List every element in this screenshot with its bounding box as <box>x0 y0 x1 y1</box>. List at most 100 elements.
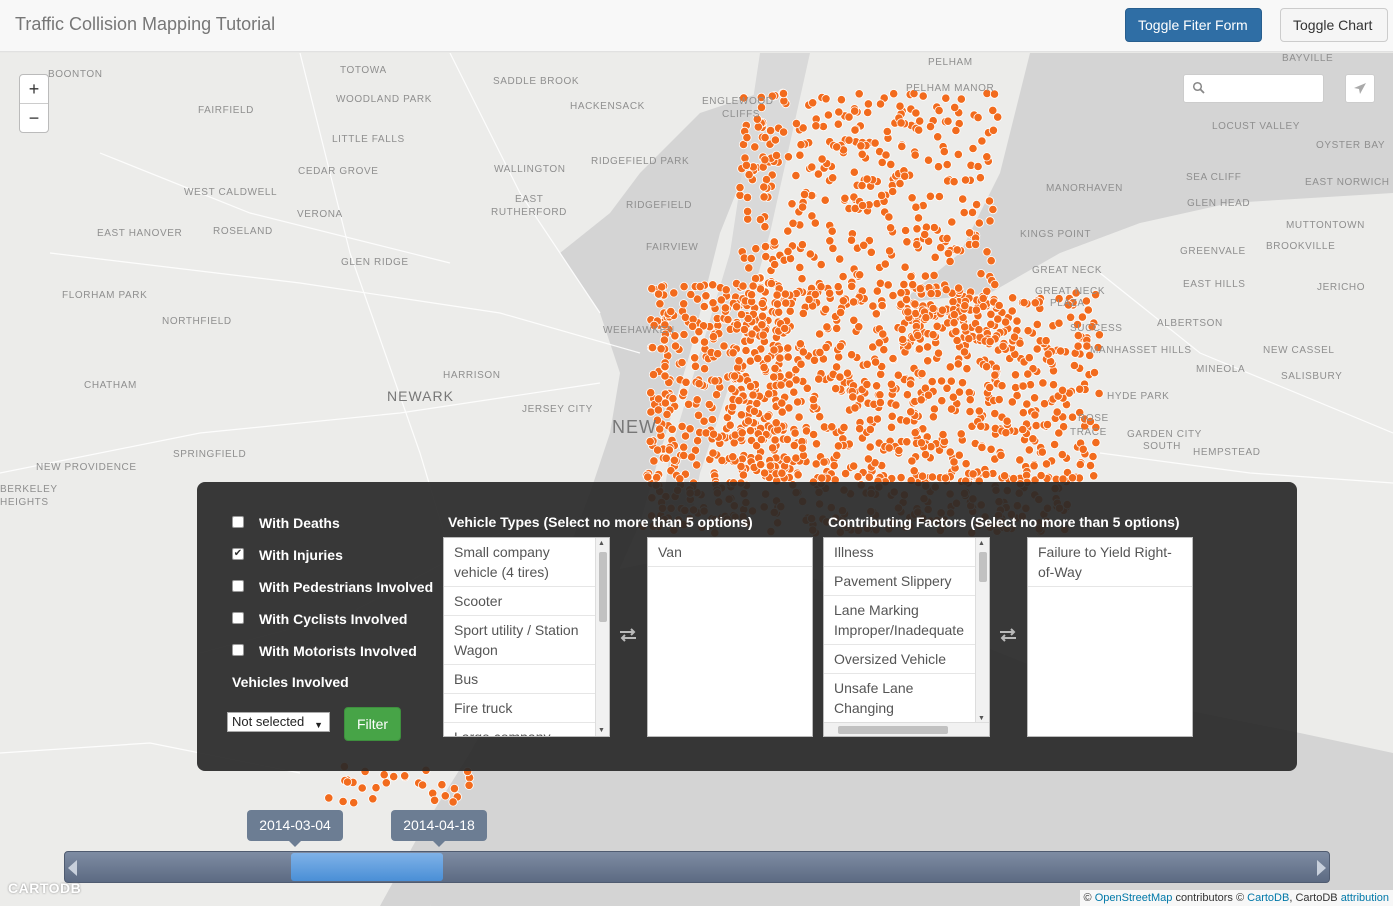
collision-marker[interactable] <box>772 299 783 309</box>
collision-marker[interactable] <box>896 118 906 128</box>
collision-marker[interactable] <box>857 200 868 211</box>
collision-marker[interactable] <box>863 99 874 109</box>
collision-marker[interactable] <box>1030 393 1040 403</box>
collision-marker[interactable] <box>905 379 916 389</box>
collision-marker[interactable] <box>927 376 937 387</box>
collision-marker[interactable] <box>875 390 885 400</box>
collision-marker[interactable] <box>929 222 939 233</box>
contributing-factors-available-list[interactable]: Illness Pavement Slippery Lane Marking I… <box>823 537 990 737</box>
collision-marker[interactable] <box>794 412 804 422</box>
collision-marker[interactable] <box>653 405 664 415</box>
collision-marker[interactable] <box>909 466 919 476</box>
collision-marker[interactable] <box>981 362 992 372</box>
collision-marker[interactable] <box>746 253 756 263</box>
collision-marker[interactable] <box>974 406 984 416</box>
collision-marker[interactable] <box>759 468 770 478</box>
collision-marker[interactable] <box>956 94 966 104</box>
collision-marker[interactable] <box>701 291 711 301</box>
collision-marker[interactable] <box>895 101 905 111</box>
collision-marker[interactable] <box>1007 306 1017 316</box>
collision-marker[interactable] <box>734 356 744 366</box>
collision-marker[interactable] <box>679 442 689 452</box>
collision-marker[interactable] <box>763 411 773 421</box>
collision-marker[interactable] <box>798 308 808 318</box>
collision-marker[interactable] <box>899 279 909 289</box>
collision-marker[interactable] <box>765 126 776 136</box>
collision-marker[interactable] <box>911 108 921 118</box>
collision-marker[interactable] <box>1066 312 1076 322</box>
collision-marker[interactable] <box>928 412 939 422</box>
collision-marker[interactable] <box>920 271 931 281</box>
collision-marker[interactable] <box>988 125 999 135</box>
collision-marker[interactable] <box>1067 473 1078 483</box>
collision-marker[interactable] <box>795 150 805 160</box>
collision-marker[interactable] <box>865 424 875 434</box>
collision-marker[interactable] <box>938 429 948 440</box>
list-item[interactable]: Failure to Yield Right-of-Way <box>1028 538 1192 587</box>
collision-marker[interactable] <box>932 321 942 331</box>
scrollbar[interactable]: ▲ ▼ <box>595 538 609 736</box>
collision-marker[interactable] <box>913 213 924 223</box>
collision-marker[interactable] <box>797 443 808 453</box>
collision-marker[interactable] <box>876 369 886 379</box>
collision-marker[interactable] <box>870 357 881 367</box>
collision-marker[interactable] <box>1042 419 1053 430</box>
collision-marker[interactable] <box>922 342 933 352</box>
collision-marker[interactable] <box>953 283 964 293</box>
collision-marker[interactable] <box>729 371 740 381</box>
collision-marker[interactable] <box>782 434 792 444</box>
collision-marker[interactable] <box>911 202 921 212</box>
collision-marker[interactable] <box>883 280 893 290</box>
locate-button[interactable] <box>1345 74 1375 103</box>
collision-marker[interactable] <box>819 457 829 467</box>
collision-marker[interactable] <box>655 299 665 309</box>
collision-marker[interactable] <box>933 348 944 358</box>
slider-right-arrow-icon[interactable] <box>1317 860 1326 876</box>
collision-marker[interactable] <box>914 344 925 354</box>
collision-marker[interactable] <box>888 291 898 301</box>
scrollbar-thumb[interactable] <box>979 552 987 582</box>
collision-marker[interactable] <box>875 99 886 109</box>
collision-marker[interactable] <box>828 243 838 253</box>
collision-marker[interactable] <box>1002 416 1012 426</box>
collision-marker[interactable] <box>850 125 860 135</box>
collision-marker[interactable] <box>727 384 737 394</box>
collision-marker[interactable] <box>814 329 825 339</box>
collision-marker[interactable] <box>881 150 891 160</box>
collision-marker[interactable] <box>1088 451 1098 462</box>
collision-marker[interactable] <box>942 233 952 243</box>
collision-marker[interactable] <box>846 235 857 245</box>
scroll-down-icon[interactable]: ▼ <box>598 727 605 734</box>
collision-marker[interactable] <box>742 206 753 216</box>
collision-marker[interactable] <box>668 393 678 404</box>
collision-marker[interactable] <box>884 443 894 453</box>
collision-marker[interactable] <box>746 290 757 300</box>
collision-marker[interactable] <box>720 303 731 313</box>
collision-marker[interactable] <box>974 325 984 335</box>
collision-marker[interactable] <box>808 98 818 108</box>
vehicle-types-selected-list[interactable]: Van <box>647 537 813 737</box>
collision-marker[interactable] <box>853 472 863 482</box>
collision-marker[interactable] <box>913 330 923 340</box>
collision-marker[interactable] <box>448 797 458 807</box>
collision-marker[interactable] <box>927 472 938 482</box>
collision-marker[interactable] <box>772 290 782 300</box>
collision-marker[interactable] <box>952 335 962 346</box>
collision-marker[interactable] <box>906 407 916 417</box>
collision-marker[interactable] <box>783 352 793 362</box>
collision-marker[interactable] <box>647 342 658 353</box>
collision-marker[interactable] <box>833 119 843 129</box>
collision-marker[interactable] <box>791 119 802 129</box>
collision-marker[interactable] <box>646 388 656 398</box>
collision-marker[interactable] <box>1083 305 1093 315</box>
collision-marker[interactable] <box>770 259 780 270</box>
collision-marker[interactable] <box>973 112 983 123</box>
collision-marker[interactable] <box>884 246 895 256</box>
collision-marker[interactable] <box>849 461 859 471</box>
collision-marker[interactable] <box>690 361 701 371</box>
collision-marker[interactable] <box>643 472 653 482</box>
collision-marker[interactable] <box>876 190 887 200</box>
slider-left-arrow-icon[interactable] <box>68 860 77 876</box>
collision-marker[interactable] <box>1030 298 1040 308</box>
collision-marker[interactable] <box>982 152 992 162</box>
